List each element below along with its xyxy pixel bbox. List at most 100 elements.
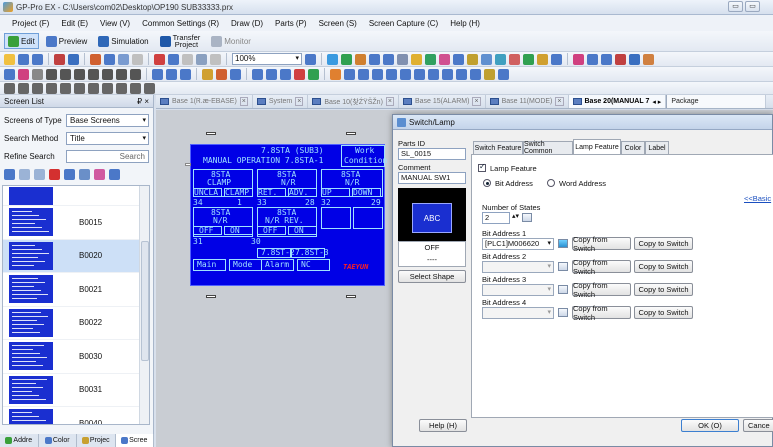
transfer-project-button[interactable]: Transfer Project bbox=[156, 33, 205, 49]
tab-system[interactable]: System × bbox=[253, 95, 309, 108]
bit-address-3-input[interactable] bbox=[482, 284, 554, 296]
tb3-tool-icon[interactable] bbox=[344, 68, 355, 80]
copy-from-switch-4[interactable]: Copy from Switch bbox=[572, 304, 631, 322]
tb4-tool-icon[interactable] bbox=[46, 82, 57, 94]
menu-project[interactable]: Project (F) bbox=[6, 19, 55, 28]
address-input-icon[interactable] bbox=[558, 285, 568, 294]
tab-color[interactable]: Color bbox=[39, 434, 77, 447]
tb3-tool-icon[interactable] bbox=[18, 68, 29, 80]
tb2-tool-icon[interactable] bbox=[4, 53, 15, 65]
cancel-button[interactable]: Cance bbox=[743, 419, 773, 432]
tb3-tool-icon[interactable] bbox=[294, 68, 305, 80]
tb2-tool-icon[interactable] bbox=[168, 53, 179, 65]
scrollbar-thumb[interactable] bbox=[141, 241, 149, 361]
calculator-icon[interactable] bbox=[522, 213, 532, 222]
zoom-select[interactable]: 100% bbox=[232, 53, 302, 65]
tb2-tool-icon[interactable] bbox=[629, 53, 640, 65]
address-input-icon[interactable] bbox=[558, 262, 568, 271]
empty-switch[interactable] bbox=[321, 207, 351, 229]
tb2-tool-icon[interactable] bbox=[90, 53, 101, 65]
tb3-tool-icon[interactable] bbox=[456, 68, 467, 80]
bit-address-2-input[interactable] bbox=[482, 261, 554, 273]
tb3-tool-icon[interactable] bbox=[230, 68, 241, 80]
tb3-tool-icon[interactable] bbox=[216, 68, 227, 80]
tb2-tool-icon[interactable] bbox=[369, 53, 380, 65]
tb3-tool-icon[interactable] bbox=[280, 68, 291, 80]
list-item[interactable]: B0040 bbox=[3, 407, 149, 424]
address-input-icon[interactable] bbox=[558, 308, 568, 317]
list-item[interactable] bbox=[3, 186, 149, 206]
tb4-tool-icon[interactable] bbox=[4, 82, 15, 94]
copy-to-switch-3[interactable]: Copy to Switch bbox=[634, 283, 693, 296]
tab-base10[interactable]: Base 10(찾ŹŸŠŽn) × bbox=[308, 95, 399, 108]
bit-address-radio[interactable] bbox=[483, 179, 491, 187]
address-input-icon[interactable] bbox=[558, 239, 568, 248]
list-item[interactable]: B0030 bbox=[3, 340, 149, 374]
copy-screen-icon[interactable] bbox=[34, 168, 45, 180]
tb2-tool-icon[interactable] bbox=[587, 53, 598, 65]
comment-input[interactable]: MANUAL SW1 bbox=[398, 172, 466, 184]
tb3-tool-icon[interactable] bbox=[180, 68, 191, 80]
edit-mode-button[interactable]: Edit bbox=[4, 33, 39, 49]
tb2-tool-icon[interactable] bbox=[397, 53, 408, 65]
tb2-tool-icon[interactable] bbox=[551, 53, 562, 65]
close-icon[interactable]: × bbox=[555, 97, 564, 106]
tb3-tool-icon[interactable] bbox=[116, 68, 127, 80]
tab-color[interactable]: Color bbox=[621, 141, 645, 154]
tb3-tool-icon[interactable] bbox=[414, 68, 425, 80]
tb2-tool-icon[interactable] bbox=[439, 53, 450, 65]
search-button[interactable]: Search bbox=[66, 149, 149, 163]
tb4-tool-icon[interactable] bbox=[144, 82, 155, 94]
tb3-tool-icon[interactable] bbox=[330, 68, 341, 80]
tb4-tool-icon[interactable] bbox=[116, 82, 127, 94]
copy-from-switch-1[interactable]: Copy from Switch bbox=[572, 235, 631, 253]
open-screen-icon[interactable] bbox=[19, 168, 30, 180]
tb3-tool-icon[interactable] bbox=[498, 68, 509, 80]
tb3-tool-icon[interactable] bbox=[386, 68, 397, 80]
copy-from-switch-3[interactable]: Copy from Switch bbox=[572, 281, 631, 299]
screen-properties-icon[interactable] bbox=[64, 168, 75, 180]
hmi-screen[interactable]: 7.8STA (SUB3) MANUAL OPERATION 7.8STA-1 Wo… bbox=[185, 144, 387, 286]
tb2-tool-icon[interactable] bbox=[210, 53, 221, 65]
tb3-tool-icon[interactable] bbox=[4, 68, 15, 80]
menu-draw[interactable]: Draw (D) bbox=[225, 19, 269, 28]
tb2-tool-icon[interactable] bbox=[453, 53, 464, 65]
tb3-tool-icon[interactable] bbox=[152, 68, 163, 80]
tab-project[interactable]: Projec bbox=[77, 434, 116, 447]
tab-label[interactable]: Label bbox=[645, 141, 669, 154]
menu-common-settings[interactable]: Common Settings (R) bbox=[136, 19, 225, 28]
simulation-button[interactable]: Simulation bbox=[94, 33, 152, 49]
minimize-button[interactable]: ▭ bbox=[728, 1, 743, 12]
tab-switch-common[interactable]: Switch Common bbox=[523, 141, 573, 155]
tb3-tool-icon[interactable] bbox=[88, 68, 99, 80]
tb2-tool-icon[interactable] bbox=[341, 53, 352, 65]
list-view-icon[interactable] bbox=[109, 168, 120, 180]
tb2-tool-icon[interactable] bbox=[355, 53, 366, 65]
monitor-button[interactable]: Monitor bbox=[207, 33, 255, 49]
tb4-tool-icon[interactable] bbox=[130, 82, 141, 94]
menu-view[interactable]: View (V) bbox=[94, 19, 136, 28]
copy-to-switch-4[interactable]: Copy to Switch bbox=[634, 306, 693, 319]
tb3-tool-icon[interactable] bbox=[442, 68, 453, 80]
tb2-tool-icon[interactable] bbox=[18, 53, 29, 65]
menu-help[interactable]: Help (H) bbox=[444, 19, 486, 28]
tb3-tool-icon[interactable] bbox=[102, 68, 113, 80]
bit-address-1-input[interactable]: [PLC1]M006620 bbox=[482, 238, 554, 250]
tb3-tool-icon[interactable] bbox=[428, 68, 439, 80]
pin-close-icon[interactable]: ₽ × bbox=[137, 97, 149, 106]
lamp-feature-checkbox[interactable] bbox=[478, 162, 486, 172]
tb2-tool-icon[interactable] bbox=[383, 53, 394, 65]
ok-button[interactable]: OK (O) bbox=[681, 419, 739, 432]
tb3-tool-icon[interactable] bbox=[266, 68, 277, 80]
color-screen-icon[interactable] bbox=[94, 168, 105, 180]
maximize-button[interactable]: ▭ bbox=[745, 1, 760, 12]
copy-to-switch-2[interactable]: Copy to Switch bbox=[634, 260, 693, 273]
tb4-tool-icon[interactable] bbox=[18, 82, 29, 94]
selection-handle[interactable] bbox=[185, 163, 191, 166]
tb2-tool-icon[interactable] bbox=[523, 53, 534, 65]
tb2-tool-icon[interactable] bbox=[132, 53, 143, 65]
tab-switch-feature[interactable]: Switch Feature bbox=[473, 141, 523, 154]
tb3-tool-icon[interactable] bbox=[60, 68, 71, 80]
new-screen-icon[interactable] bbox=[4, 168, 15, 180]
copy-from-switch-2[interactable]: Copy from Switch bbox=[572, 258, 631, 276]
